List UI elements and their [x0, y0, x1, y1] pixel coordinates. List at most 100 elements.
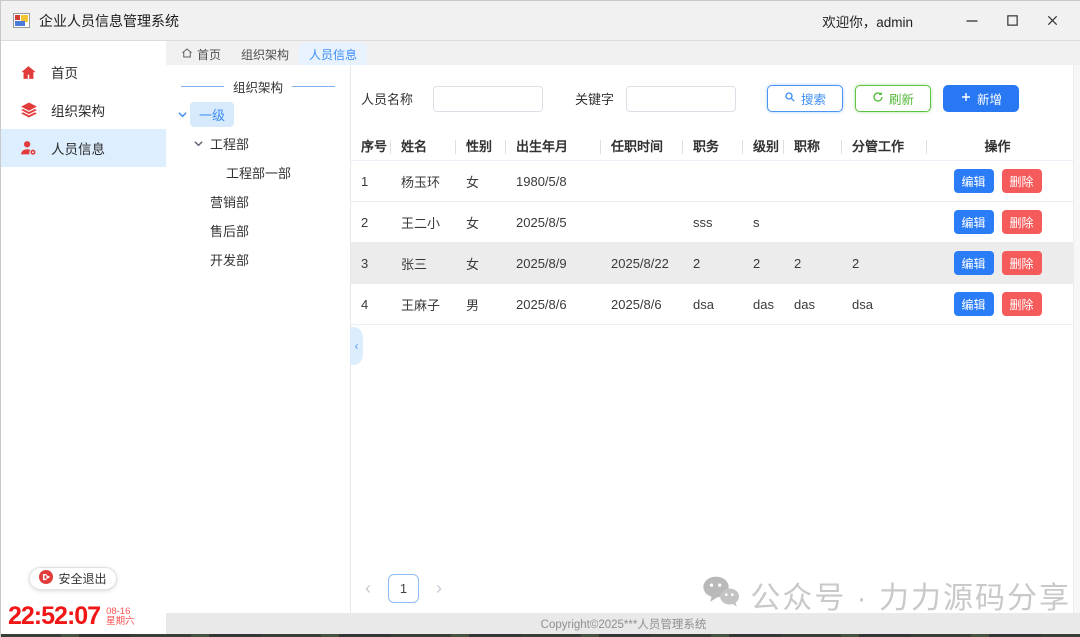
app-window: 企业人员信息管理系统 欢迎你，admin 首页 组织架构 人员信息 安全退出 2…: [0, 0, 1080, 637]
table-cell: 2: [351, 215, 391, 230]
home-tab-icon: [181, 47, 193, 62]
table-cell: 2: [743, 256, 784, 271]
home-icon: [20, 63, 38, 81]
row-actions: 编辑 删除: [927, 292, 1068, 316]
tree-node-label: 营销部: [206, 190, 253, 213]
tree-node[interactable]: 售后部: [166, 216, 350, 245]
table-cell: dsa: [842, 297, 927, 312]
search-toolbar: 人员名称 关键字 搜索 刷新 新增: [351, 85, 1073, 112]
clock-time: 22:52:07: [8, 602, 100, 631]
table-cell: sss: [683, 215, 743, 230]
tree-node-label: 开发部: [206, 248, 253, 271]
tree-node[interactable]: 工程部一部: [166, 158, 350, 187]
copyright-text: Copyright©2025***人员管理系统: [541, 616, 707, 632]
delete-button[interactable]: 删除: [1002, 292, 1042, 316]
sidebar-item-home[interactable]: 首页: [1, 53, 166, 91]
table-cell: 王麻子: [391, 295, 456, 314]
org-tree-panel: 组织架构 一级 工程部 工程部一部 营销部 售后部 开发部: [166, 65, 351, 613]
table-row: 1杨玉环女1980/5/8 编辑 删除: [351, 161, 1073, 202]
table-cell: das: [784, 297, 842, 312]
edit-button[interactable]: 编辑: [954, 292, 994, 316]
column-header: 职务: [683, 133, 743, 161]
table-cell: das: [743, 297, 784, 312]
edit-button[interactable]: 编辑: [954, 251, 994, 275]
maximize-button[interactable]: [999, 8, 1025, 34]
plus-icon: [960, 91, 972, 106]
caret-down-icon[interactable]: [174, 109, 190, 120]
clock-weekday: 星期六: [106, 617, 135, 627]
edit-button[interactable]: 编辑: [954, 169, 994, 193]
tab-label: 首页: [197, 46, 221, 63]
collapse-panel-handle[interactable]: ‹: [350, 327, 363, 365]
table-cell: 2025/8/6: [601, 297, 683, 312]
table-cell: 2: [842, 256, 927, 271]
prev-page-button[interactable]: ‹: [361, 578, 375, 599]
tree-node[interactable]: 工程部: [166, 129, 350, 158]
titlebar: 企业人员信息管理系统 欢迎你，admin: [1, 1, 1080, 41]
tree-node[interactable]: 一级: [166, 100, 350, 129]
table-cell: 3: [351, 256, 391, 271]
sidebar-nav: 首页 组织架构 人员信息: [1, 41, 166, 167]
table-cell: 女: [456, 254, 506, 273]
main-panel: ‹ 人员名称 关键字 搜索 刷新 新增 序号姓名性别出生年月任职时间职务级别职称…: [351, 65, 1073, 613]
window-controls: [959, 8, 1065, 34]
person-name-input[interactable]: [433, 86, 543, 112]
wechat-icon: [702, 575, 740, 616]
sidebar-item-label: 组织架构: [51, 100, 105, 120]
personnel-table: 序号姓名性别出生年月任职时间职务级别职称分管工作操作 1杨玉环女1980/5/8…: [351, 133, 1073, 325]
next-page-button[interactable]: ›: [432, 578, 446, 599]
table-cell: 1980/5/8: [506, 174, 601, 189]
close-button[interactable]: [1039, 8, 1065, 34]
edit-button[interactable]: 编辑: [954, 210, 994, 234]
delete-button[interactable]: 删除: [1002, 251, 1042, 275]
sidebar-item-label: 首页: [51, 62, 78, 82]
table-cell: 男: [456, 295, 506, 314]
refresh-icon: [872, 91, 884, 106]
delete-button[interactable]: 删除: [1002, 169, 1042, 193]
tree-node-label: 售后部: [206, 219, 253, 242]
table-cell: 4: [351, 297, 391, 312]
add-button[interactable]: 新增: [943, 85, 1019, 112]
table-cell: 2: [784, 256, 842, 271]
keyword-input[interactable]: [626, 86, 736, 112]
tree-node-label: 工程部: [206, 132, 253, 155]
table-row: 2王二小女2025/8/5ssss 编辑 删除: [351, 202, 1073, 243]
table-cell: 2025/8/6: [506, 297, 601, 312]
refresh-button[interactable]: 刷新: [855, 85, 931, 112]
delete-button[interactable]: 删除: [1002, 210, 1042, 234]
logout-icon: [39, 570, 53, 587]
table-cell: 2: [683, 256, 743, 271]
watermark-text: 公众号 · 力力源码分享: [750, 573, 1071, 617]
table-cell: 2025/8/9: [506, 256, 601, 271]
sidebar-item-personnel[interactable]: 人员信息: [1, 129, 166, 167]
app-title: 企业人员信息管理系统: [39, 11, 179, 31]
tab-org[interactable]: 组织架构: [231, 43, 299, 65]
column-header: 出生年月: [506, 133, 601, 161]
column-header: 序号: [351, 133, 391, 161]
tree-node[interactable]: 开发部: [166, 245, 350, 274]
page-number-button[interactable]: 1: [388, 574, 419, 603]
pagination: ‹ 1 ›: [361, 574, 446, 603]
scrollbar[interactable]: [1073, 65, 1080, 613]
keyword-label: 关键字: [575, 89, 614, 108]
caret-down-icon[interactable]: [190, 138, 206, 149]
footer: Copyright©2025***人员管理系统: [166, 613, 1080, 634]
table-cell: 杨玉环: [391, 172, 456, 191]
table-body: 1杨玉环女1980/5/8 编辑 删除2王二小女2025/8/5ssss 编辑 …: [351, 161, 1073, 325]
app-icon: [13, 13, 30, 28]
sidebar-item-org[interactable]: 组织架构: [1, 91, 166, 129]
search-icon: [784, 91, 796, 106]
logout-label: 安全退出: [58, 570, 106, 587]
welcome-text: 欢迎你，admin: [822, 11, 913, 31]
logout-button[interactable]: 安全退出: [29, 567, 117, 590]
minimize-button[interactable]: [959, 8, 985, 34]
person-name-label: 人员名称: [361, 89, 413, 108]
tree-node[interactable]: 营销部: [166, 187, 350, 216]
search-button[interactable]: 搜索: [767, 85, 843, 112]
tab-home[interactable]: 首页: [171, 43, 231, 65]
tab-personnel[interactable]: 人员信息: [299, 43, 367, 65]
column-header: 级别: [743, 133, 784, 161]
tree-header: 组织架构: [172, 76, 344, 96]
column-header: 姓名: [391, 133, 456, 161]
sidebar-item-label: 人员信息: [51, 138, 105, 158]
